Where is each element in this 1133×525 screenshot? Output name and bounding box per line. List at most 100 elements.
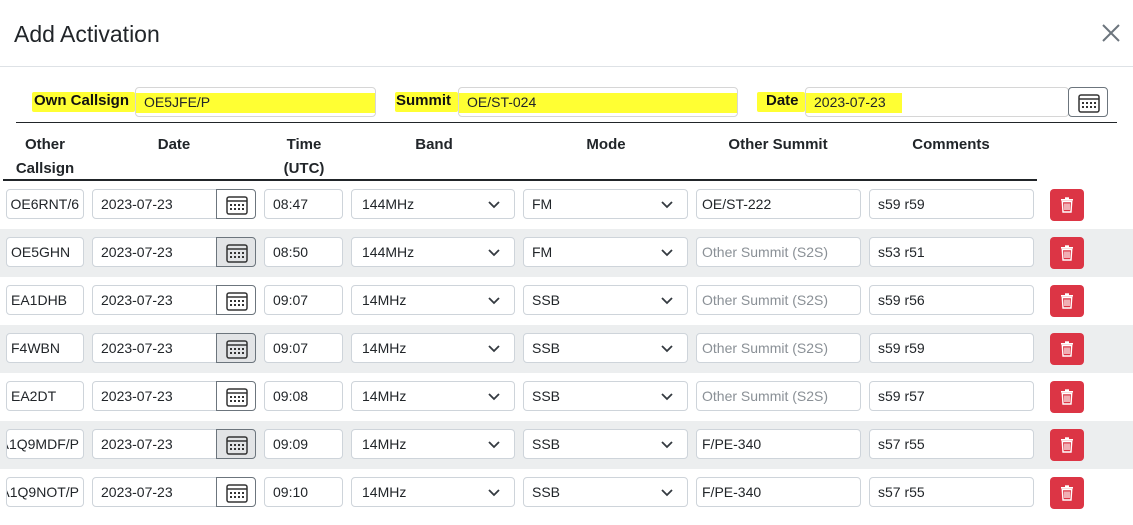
band-select[interactable]: 14MHz bbox=[351, 285, 515, 315]
other-callsign-input[interactable]: F4WBN bbox=[6, 333, 84, 363]
other-callsign-input[interactable]: OE6RNT/6 bbox=[6, 189, 84, 219]
other-callsign-input[interactable]: EA1Q9MDF/P bbox=[6, 429, 84, 459]
other-summit-value: Other Summit (S2S) bbox=[702, 388, 829, 404]
trash-icon bbox=[1061, 485, 1073, 501]
chevron-down-icon bbox=[488, 393, 500, 401]
qso-date-input[interactable]: 2023-07-23 bbox=[92, 381, 218, 411]
mode-select[interactable]: SSB bbox=[523, 477, 688, 507]
other-summit-value: Other Summit (S2S) bbox=[702, 340, 829, 356]
mode-select[interactable]: FM bbox=[523, 189, 688, 219]
own-callsign-input[interactable]: OE5JFE/P bbox=[135, 87, 376, 117]
comments-input[interactable]: s59 r59 bbox=[869, 333, 1034, 363]
other-callsign-input[interactable]: EA1DHB bbox=[6, 285, 84, 315]
chevron-down-icon bbox=[488, 249, 500, 257]
qso-date-calendar-button[interactable] bbox=[216, 333, 256, 363]
other-callsign-input[interactable]: EA1Q9NOT/P bbox=[6, 477, 84, 507]
delete-row-button[interactable] bbox=[1050, 285, 1084, 317]
other-summit-input[interactable]: Other Summit (S2S) bbox=[696, 333, 861, 363]
other-callsign-value: EA1Q9MDF/P bbox=[7, 436, 79, 452]
modal-header: Add Activation bbox=[0, 0, 1133, 67]
mode-select[interactable]: SSB bbox=[523, 429, 688, 459]
qso-date-input[interactable]: 2023-07-23 bbox=[92, 333, 218, 363]
other-callsign-input[interactable]: EA2DT bbox=[6, 381, 84, 411]
comments-input[interactable]: s59 r59 bbox=[869, 189, 1034, 219]
mode-value: SSB bbox=[532, 292, 561, 308]
comments-value: s59 r59 bbox=[878, 196, 925, 212]
other-summit-value: Other Summit (S2S) bbox=[702, 292, 829, 308]
date-calendar-button[interactable] bbox=[1068, 87, 1108, 117]
comments-input[interactable]: s53 r51 bbox=[869, 237, 1034, 267]
other-summit-input[interactable]: Other Summit (S2S) bbox=[696, 285, 861, 315]
time-input[interactable]: 09:10 bbox=[264, 477, 343, 507]
qso-date-calendar-button[interactable] bbox=[216, 189, 256, 219]
comments-input[interactable]: s59 r57 bbox=[869, 381, 1034, 411]
mode-select[interactable]: SSB bbox=[523, 381, 688, 411]
band-select[interactable]: 14MHz bbox=[351, 333, 515, 363]
delete-row-button[interactable] bbox=[1050, 381, 1084, 413]
qso-date-input[interactable]: 2023-07-23 bbox=[92, 237, 218, 267]
qso-date-input[interactable]: 2023-07-23 bbox=[92, 477, 218, 507]
other-summit-input[interactable]: Other Summit (S2S) bbox=[696, 381, 861, 411]
qso-date-calendar-button[interactable] bbox=[216, 237, 256, 267]
other-callsign-value: EA2DT bbox=[11, 388, 57, 404]
other-summit-value: F/PE-340 bbox=[702, 436, 762, 452]
band-value: 144MHz bbox=[362, 196, 415, 212]
qso-date-calendar-button[interactable] bbox=[216, 285, 256, 315]
qso-date-calendar-button[interactable] bbox=[216, 381, 256, 411]
table-row: OE6RNT/6 2023-07-23 08:47 144MHz FM OE/ST-222… bbox=[0, 181, 1133, 229]
qso-date-input[interactable]: 2023-07-23 bbox=[92, 285, 218, 315]
qso-date-input[interactable]: 2023-07-23 bbox=[92, 189, 218, 219]
mode-value: SSB bbox=[532, 436, 561, 452]
qso-date-input[interactable]: 2023-07-23 bbox=[92, 429, 218, 459]
time-input[interactable]: 09:07 bbox=[264, 333, 343, 363]
comments-value: s59 r56 bbox=[878, 292, 925, 308]
delete-row-button[interactable] bbox=[1050, 237, 1084, 269]
other-callsign-value: EA1DHB bbox=[11, 292, 68, 308]
qso-date-calendar-button[interactable] bbox=[216, 429, 256, 459]
band-value: 14MHz bbox=[362, 388, 407, 404]
summit-input[interactable]: OE/ST-024 bbox=[458, 87, 738, 117]
top-divider bbox=[16, 122, 1117, 123]
close-button[interactable] bbox=[1098, 20, 1124, 46]
modal-title: Add Activation bbox=[14, 21, 160, 47]
delete-row-button[interactable] bbox=[1050, 189, 1084, 221]
band-select[interactable]: 144MHz bbox=[351, 237, 515, 267]
band-select[interactable]: 144MHz bbox=[351, 189, 515, 219]
time-input[interactable]: 09:07 bbox=[264, 285, 343, 315]
band-select[interactable]: 14MHz bbox=[351, 429, 515, 459]
comments-input[interactable]: s57 r55 bbox=[869, 477, 1034, 507]
other-summit-input[interactable]: Other Summit (S2S) bbox=[696, 237, 861, 267]
time-value: 09:09 bbox=[273, 436, 309, 452]
calendar-icon bbox=[1078, 94, 1100, 113]
delete-row-button[interactable] bbox=[1050, 477, 1084, 509]
comments-input[interactable]: s57 r55 bbox=[869, 429, 1034, 459]
qso-date-value: 2023-07-23 bbox=[101, 244, 173, 260]
time-input[interactable]: 08:47 bbox=[264, 189, 343, 219]
time-input[interactable]: 09:09 bbox=[264, 429, 343, 459]
own-callsign-value: OE5JFE/P bbox=[144, 94, 211, 110]
delete-row-button[interactable] bbox=[1050, 333, 1084, 365]
time-input[interactable]: 08:50 bbox=[264, 237, 343, 267]
band-select[interactable]: 14MHz bbox=[351, 477, 515, 507]
qso-date-calendar-button[interactable] bbox=[216, 477, 256, 507]
calendar-icon bbox=[226, 436, 248, 455]
trash-icon bbox=[1061, 437, 1073, 453]
band-value: 14MHz bbox=[362, 340, 407, 356]
comments-input[interactable]: s59 r56 bbox=[869, 285, 1034, 315]
chevron-down-icon bbox=[661, 489, 673, 497]
qso-date-value: 2023-07-23 bbox=[101, 436, 173, 452]
delete-row-button[interactable] bbox=[1050, 429, 1084, 461]
other-summit-value: Other Summit (S2S) bbox=[702, 244, 829, 260]
other-summit-input[interactable]: OE/ST-222 bbox=[696, 189, 861, 219]
mode-select[interactable]: SSB bbox=[523, 285, 688, 315]
other-summit-input[interactable]: F/PE-340 bbox=[696, 429, 861, 459]
time-input[interactable]: 09:08 bbox=[264, 381, 343, 411]
mode-select[interactable]: FM bbox=[523, 237, 688, 267]
band-select[interactable]: 14MHz bbox=[351, 381, 515, 411]
calendar-icon bbox=[226, 340, 248, 359]
other-callsign-input[interactable]: OE5GHN bbox=[6, 237, 84, 267]
table-row: EA1Q9NOT/P 2023-07-23 09:10 14MHz SSB F/PE-34… bbox=[0, 469, 1133, 517]
other-summit-input[interactable]: F/PE-340 bbox=[696, 477, 861, 507]
date-input[interactable]: 2023-07-23 bbox=[805, 87, 1069, 117]
mode-select[interactable]: SSB bbox=[523, 333, 688, 363]
